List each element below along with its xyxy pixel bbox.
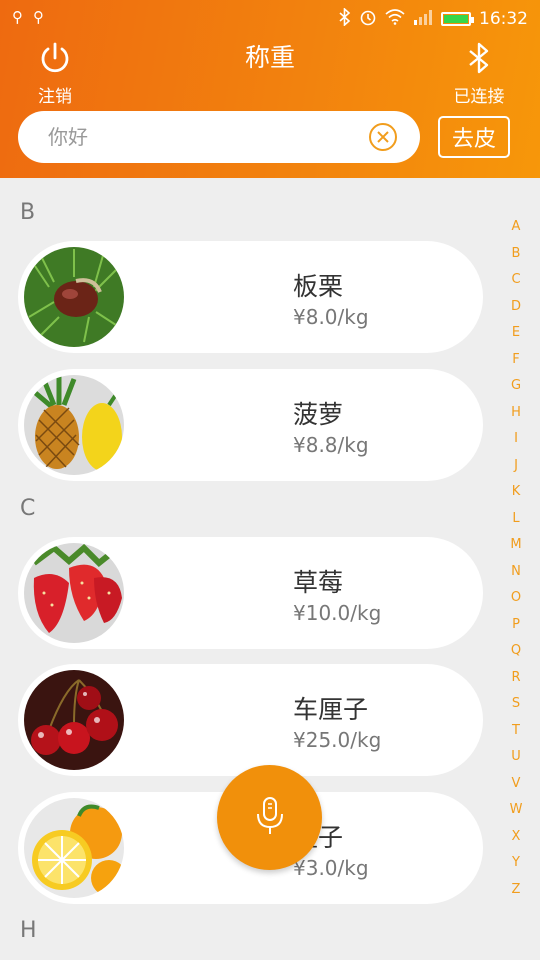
bluetooth-button[interactable]: 已连接 — [434, 40, 524, 107]
logout-button[interactable]: 注销 — [10, 40, 100, 107]
battery-icon — [441, 12, 474, 26]
status-bar: ⚲⚲ 16:32 — [0, 0, 540, 34]
index-letter[interactable]: N — [500, 559, 532, 586]
item-price: ¥25.0/kg — [293, 728, 382, 752]
item-name: 草莓 — [293, 568, 344, 597]
item-price: ¥3.0/kg — [293, 856, 369, 880]
signal-icon — [413, 9, 433, 29]
section-header-b: B — [20, 200, 36, 225]
search-input[interactable] — [48, 123, 348, 151]
chestnut-image — [24, 247, 124, 347]
cherry-image — [24, 670, 124, 770]
alphabet-index[interactable]: A B C D E F G H I J K L M N O P Q R S T … — [500, 214, 532, 903]
search-box[interactable] — [18, 111, 420, 163]
index-letter[interactable]: H — [500, 400, 532, 427]
bluetooth-icon — [434, 40, 524, 76]
index-letter[interactable]: O — [500, 585, 532, 612]
index-letter[interactable]: L — [500, 506, 532, 533]
index-letter[interactable]: I — [500, 426, 532, 453]
index-letter[interactable]: R — [500, 665, 532, 692]
wifi-icon — [385, 9, 405, 29]
index-letter[interactable]: G — [500, 373, 532, 400]
index-letter[interactable]: A — [500, 214, 532, 241]
item-price: ¥8.8/kg — [293, 433, 369, 457]
index-letter[interactable]: X — [500, 824, 532, 851]
clear-icon[interactable] — [368, 122, 398, 152]
index-letter[interactable]: P — [500, 612, 532, 639]
index-letter[interactable]: Y — [500, 850, 532, 877]
usb-icon: ⚲⚲ — [12, 8, 54, 26]
orange-image — [24, 798, 124, 898]
index-letter[interactable]: U — [500, 744, 532, 771]
index-letter[interactable]: E — [500, 320, 532, 347]
item-price: ¥10.0/kg — [293, 601, 382, 625]
index-letter[interactable]: T — [500, 718, 532, 745]
list-item[interactable]: 菠萝 ¥8.8/kg — [18, 369, 483, 481]
index-letter[interactable]: K — [500, 479, 532, 506]
list-item[interactable]: 车厘子 ¥25.0/kg — [18, 664, 483, 776]
list-item[interactable]: 草莓 ¥10.0/kg — [18, 537, 483, 649]
status-time: 16:32 — [479, 9, 528, 29]
item-price: ¥8.0/kg — [293, 305, 369, 329]
index-letter[interactable]: J — [500, 453, 532, 480]
list-item[interactable]: 板栗 ¥8.0/kg — [18, 241, 483, 353]
bluetooth-icon — [339, 7, 351, 30]
microphone-icon — [255, 796, 285, 840]
item-name: 板栗 — [293, 272, 344, 301]
index-letter[interactable]: W — [500, 797, 532, 824]
index-letter[interactable]: Z — [500, 877, 532, 904]
strawberry-image — [24, 543, 124, 643]
section-header-c: C — [20, 496, 36, 521]
index-letter[interactable]: M — [500, 532, 532, 559]
app-header: ⚲⚲ 16:32 称重 注销 已连接 你好 去皮 — [0, 0, 540, 178]
pineapple-image — [24, 375, 124, 475]
alarm-icon — [359, 8, 377, 30]
item-name: 车厘子 — [293, 695, 369, 724]
bluetooth-status-label: 已连接 — [453, 87, 505, 107]
logout-label: 注销 — [38, 87, 72, 107]
section-header-h: H — [20, 918, 37, 943]
index-letter[interactable]: B — [500, 241, 532, 268]
index-letter[interactable]: Q — [500, 638, 532, 665]
tare-button[interactable]: 去皮 — [438, 116, 510, 158]
voice-input-button[interactable] — [217, 765, 322, 870]
index-letter[interactable]: D — [500, 294, 532, 321]
index-letter[interactable]: C — [500, 267, 532, 294]
index-letter[interactable]: F — [500, 347, 532, 374]
item-name: 菠萝 — [293, 400, 344, 429]
index-letter[interactable]: S — [500, 691, 532, 718]
power-icon — [10, 40, 100, 76]
index-letter[interactable]: V — [500, 771, 532, 798]
